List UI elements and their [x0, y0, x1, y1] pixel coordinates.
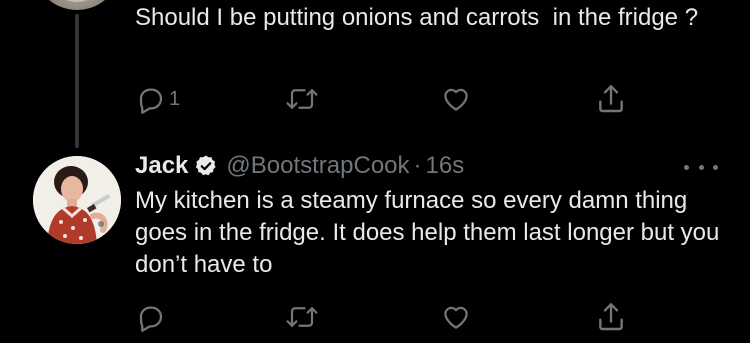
reply-button[interactable] — [135, 300, 167, 334]
share-icon — [599, 85, 623, 113]
reply-count: 1 — [169, 87, 181, 110]
display-name[interactable]: Jack — [135, 152, 188, 180]
parent-avatar-image — [53, 0, 101, 2]
retweet-icon — [286, 307, 318, 327]
more-dot — [713, 164, 718, 170]
retweet-button[interactable] — [285, 82, 319, 116]
tweet-header: Jack @BootstrapCook · 16s — [135, 150, 464, 182]
parent-tweet-text: Should I be putting onions and carrots i… — [135, 4, 699, 31]
user-handle[interactable]: @BootstrapCook — [226, 152, 409, 180]
reply-icon — [139, 306, 163, 332]
parent-avatar[interactable] — [33, 0, 121, 10]
avatar-photo — [33, 156, 121, 244]
reply-button[interactable]: 1 — [135, 82, 180, 116]
reply-tweet-text: My kitchen is a steamy furnace so every … — [135, 187, 727, 278]
share-icon — [599, 303, 623, 331]
heart-icon — [444, 88, 468, 111]
header-separator: · — [413, 152, 422, 179]
reply-icon — [139, 88, 163, 114]
heart-icon — [444, 306, 468, 329]
more-dot — [698, 164, 704, 170]
more-dot — [684, 164, 689, 170]
user-avatar[interactable] — [33, 156, 121, 244]
tweet-timestamp[interactable]: 16s — [426, 152, 465, 180]
reply-tweet-actions — [135, 300, 635, 334]
retweet-icon — [286, 89, 318, 109]
share-button[interactable] — [595, 82, 627, 116]
thread-connector-line — [75, 14, 79, 148]
verified-badge-icon — [194, 154, 218, 178]
retweet-button[interactable] — [285, 300, 319, 334]
like-button[interactable] — [440, 82, 472, 116]
parent-tweet-actions: 1 — [135, 82, 635, 116]
share-button[interactable] — [595, 300, 627, 334]
more-options-icon[interactable] — [684, 160, 718, 174]
like-button[interactable] — [440, 300, 472, 334]
